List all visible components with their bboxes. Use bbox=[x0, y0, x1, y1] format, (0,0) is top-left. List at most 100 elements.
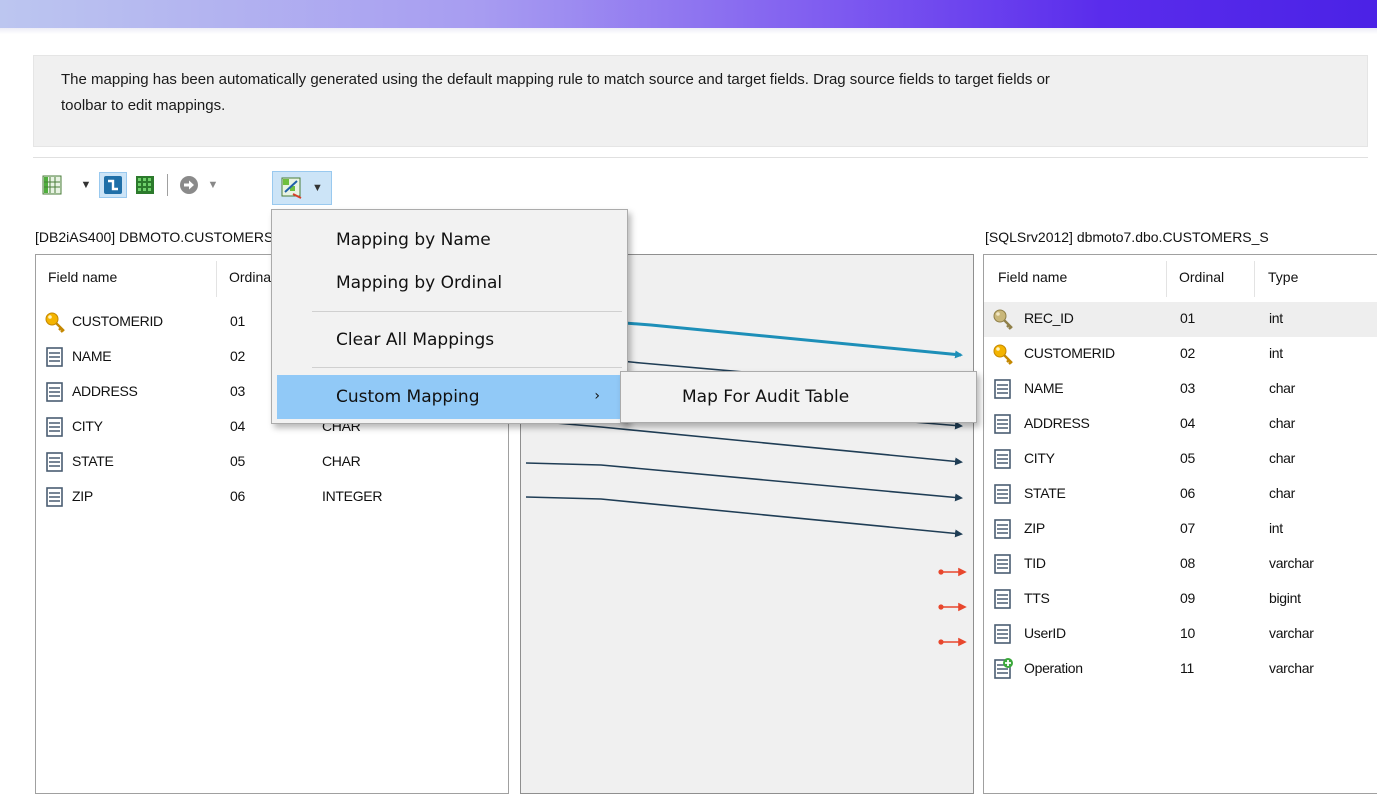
target-row-userid[interactable]: UserID 10 varchar bbox=[984, 617, 1377, 652]
field-type: varchar bbox=[1269, 625, 1314, 641]
custom-mapping-submenu: Map For Audit Table bbox=[620, 371, 977, 423]
field-ordinal: 01 bbox=[1180, 310, 1195, 326]
mapping-rules-icon bbox=[281, 177, 302, 199]
source-row-state[interactable]: STATE 05 CHAR bbox=[36, 445, 508, 480]
mapping-toggle-button[interactable] bbox=[99, 172, 127, 198]
column-divider bbox=[1166, 261, 1167, 297]
field-name: REC_ID bbox=[1024, 310, 1074, 326]
info-line-2: toolbar to edit mappings. bbox=[61, 97, 226, 114]
field-icon bbox=[994, 589, 1011, 609]
table-grid-button[interactable] bbox=[132, 172, 158, 198]
field-name: ZIP bbox=[1024, 520, 1045, 536]
target-row-name[interactable]: NAME 03 char bbox=[984, 372, 1377, 407]
field-name: CUSTOMERID bbox=[72, 313, 163, 329]
target-row-customerid[interactable]: CUSTOMERID 02 int bbox=[984, 337, 1377, 372]
field-ordinal: 10 bbox=[1180, 625, 1195, 641]
key-icon bbox=[993, 344, 1013, 365]
mapping-link-city[interactable] bbox=[521, 419, 963, 466]
field-type: char bbox=[1269, 450, 1296, 466]
key-gray-icon bbox=[993, 309, 1013, 330]
mapping-rules-button[interactable]: ▼ bbox=[272, 171, 332, 205]
source-col-field-name[interactable]: Field name bbox=[48, 269, 117, 285]
menu-item-label: Clear All Mappings bbox=[336, 330, 495, 350]
field-icon bbox=[46, 452, 63, 472]
target-row-zip[interactable]: ZIP 07 int bbox=[984, 512, 1377, 547]
info-line-1: The mapping has been automatically gener… bbox=[61, 71, 1050, 88]
field-name: ADDRESS bbox=[1024, 415, 1090, 431]
toolbar-separator bbox=[167, 174, 168, 196]
field-type: int bbox=[1269, 345, 1283, 361]
unmapped-marker-tts bbox=[938, 602, 967, 612]
source-table-caption: [DB2iAS400] DBMOTO.CUSTOMERS bbox=[35, 229, 271, 245]
forward-button[interactable] bbox=[176, 172, 202, 198]
column-divider bbox=[216, 261, 217, 297]
menu-item-map-for-audit-table[interactable]: Map For Audit Table bbox=[682, 387, 849, 407]
target-row-tts[interactable]: TTS 09 bigint bbox=[984, 582, 1377, 617]
field-type: varchar bbox=[1269, 555, 1314, 571]
unmapped-marker-userid bbox=[938, 637, 967, 647]
field-add-icon bbox=[994, 658, 1013, 679]
field-type: int bbox=[1269, 310, 1283, 326]
field-type: char bbox=[1269, 415, 1296, 431]
field-icon bbox=[994, 449, 1011, 469]
field-ordinal: 02 bbox=[1180, 345, 1195, 361]
field-name: UserID bbox=[1024, 625, 1066, 641]
field-ordinal: 11 bbox=[1180, 660, 1194, 676]
field-icon bbox=[46, 417, 63, 437]
field-ordinal: 03 bbox=[230, 383, 245, 399]
field-icon bbox=[994, 624, 1011, 644]
field-icon bbox=[994, 414, 1011, 434]
field-name: STATE bbox=[72, 453, 114, 469]
header-fade bbox=[0, 28, 1377, 34]
grid-view-dropdown[interactable]: ▼ bbox=[79, 172, 93, 198]
mapping-link-zip[interactable] bbox=[525, 496, 963, 538]
field-name: NAME bbox=[72, 348, 112, 364]
target-row-address[interactable]: ADDRESS 04 char bbox=[984, 407, 1377, 442]
mapping-link-state[interactable] bbox=[525, 462, 963, 502]
field-icon bbox=[994, 554, 1011, 574]
source-row-zip[interactable]: ZIP 06 INTEGER bbox=[36, 480, 508, 515]
field-type: char bbox=[1269, 485, 1296, 501]
field-icon bbox=[46, 487, 63, 507]
target-row-operation[interactable]: Operation 11 varchar bbox=[984, 652, 1377, 687]
field-ordinal: 05 bbox=[1180, 450, 1195, 466]
forward-dropdown[interactable]: ▼ bbox=[206, 172, 220, 198]
target-row-tid[interactable]: TID 08 varchar bbox=[984, 547, 1377, 582]
field-ordinal: 03 bbox=[1180, 380, 1195, 396]
unmapped-marker-tid bbox=[938, 567, 967, 577]
menu-item-label: Mapping by Name bbox=[336, 230, 491, 250]
field-name: ADDRESS bbox=[72, 383, 138, 399]
field-type: CHAR bbox=[322, 453, 361, 469]
target-row-rec-id[interactable]: REC_ID 01 int bbox=[984, 302, 1377, 337]
menu-item-mapping-by-name[interactable]: Mapping by Name bbox=[272, 222, 627, 258]
menu-item-custom-mapping[interactable]: Custom Mapping › bbox=[277, 375, 622, 419]
menu-item-label: Custom Mapping bbox=[336, 387, 480, 407]
field-ordinal: 04 bbox=[1180, 415, 1195, 431]
source-col-ordinal[interactable]: Ordinal bbox=[229, 269, 274, 285]
target-row-city[interactable]: CITY 05 char bbox=[984, 442, 1377, 477]
field-type: varchar bbox=[1269, 660, 1314, 676]
menu-item-mapping-by-ordinal[interactable]: Mapping by Ordinal bbox=[272, 265, 627, 301]
target-col-field-name[interactable]: Field name bbox=[998, 269, 1067, 285]
mapping-toolbar: ▼ ▼ ▼ bbox=[33, 157, 1368, 209]
target-col-ordinal[interactable]: Ordinal bbox=[1179, 269, 1224, 285]
menu-item-clear-all-mappings[interactable]: Clear All Mappings bbox=[272, 322, 627, 358]
grid-view-icon bbox=[42, 175, 62, 195]
target-row-state[interactable]: STATE 06 char bbox=[984, 477, 1377, 512]
chevron-down-icon: ▼ bbox=[312, 182, 323, 194]
field-name: STATE bbox=[1024, 485, 1066, 501]
key-icon bbox=[45, 312, 65, 333]
field-ordinal: 04 bbox=[230, 418, 245, 434]
target-col-type[interactable]: Type bbox=[1268, 269, 1298, 285]
mapping-toggle-icon bbox=[104, 176, 122, 194]
field-ordinal: 01 bbox=[230, 313, 245, 329]
window-header-band bbox=[0, 0, 1377, 28]
field-name: TID bbox=[1024, 555, 1046, 571]
column-divider bbox=[1254, 261, 1255, 297]
field-ordinal: 05 bbox=[230, 453, 245, 469]
field-type: INTEGER bbox=[322, 488, 383, 504]
field-ordinal: 09 bbox=[1180, 590, 1195, 606]
field-name: ZIP bbox=[72, 488, 93, 504]
field-ordinal: 06 bbox=[1180, 485, 1195, 501]
grid-view-button[interactable] bbox=[40, 172, 64, 198]
